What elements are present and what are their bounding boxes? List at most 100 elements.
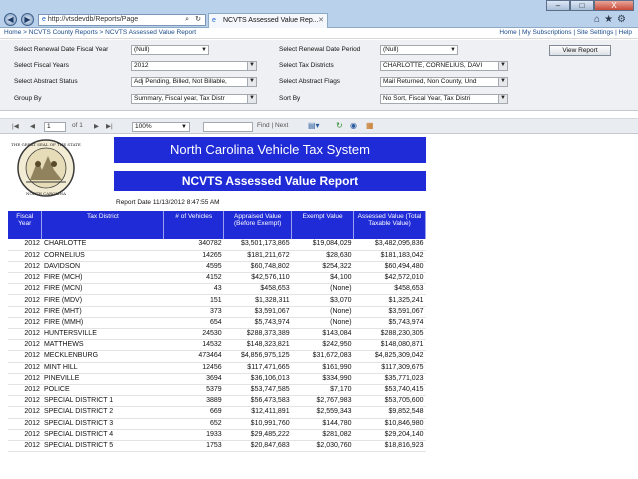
- find-input[interactable]: [203, 122, 253, 132]
- fiscal-year-cell: 2012: [8, 294, 42, 307]
- assessed-value-cell: $35,771,023: [353, 373, 426, 385]
- minimize-button[interactable]: –: [546, 0, 570, 11]
- table-row: 2012 MATTHEWS 14532 $148,323,821 $242,950 $14…: [8, 339, 426, 352]
- assessed-value-table: Fiscal Year Tax District # of Vehicles A…: [8, 211, 426, 453]
- ie-page-icon: e: [42, 16, 46, 23]
- abstract-status-select[interactable]: Adj Pending, Billed, Not Billable, ▼: [131, 77, 257, 87]
- renewal-period-select[interactable]: (Null) ▼: [380, 45, 458, 55]
- report-subtitle: NCVTS Assessed Value Report: [114, 171, 426, 191]
- appraised-value-cell: $53,747,585: [223, 384, 292, 397]
- exempt-value-cell: $2,767,983: [291, 395, 354, 408]
- close-window-button[interactable]: X: [594, 0, 634, 11]
- exempt-value-cell: $2,030,760: [291, 440, 354, 453]
- next-page-icon[interactable]: ▶: [94, 122, 99, 130]
- fiscal-years-select[interactable]: 2012 ▼: [131, 61, 257, 71]
- first-page-icon[interactable]: |◀: [12, 122, 19, 130]
- fiscal-year-cell: 2012: [8, 328, 42, 341]
- assessed-value-cell: $458,653: [353, 283, 426, 296]
- exempt-value-cell: $254,322: [291, 261, 354, 274]
- fiscal-years-value: 2012: [134, 62, 149, 69]
- appraised-value-cell: $56,473,583: [223, 395, 292, 408]
- previous-page-icon[interactable]: ◀: [30, 122, 35, 130]
- fiscal-year-cell: 2012: [8, 384, 42, 397]
- page-number-input[interactable]: 1: [44, 122, 66, 132]
- renewal-fiscal-year-select[interactable]: (Null) ▼: [131, 45, 209, 55]
- column-header: Assessed Value (Total Taxable Value): [353, 211, 426, 239]
- gear-icon[interactable]: ⚙: [617, 14, 630, 25]
- table-row: 2012 MINT HILL 12456 $117,471,665 $161,990 $1…: [8, 362, 426, 374]
- maximize-button[interactable]: □: [570, 0, 594, 11]
- table-row: 2012 FIRE (MDV) 151 $1,328,311 $3,070 $1,325,…: [8, 294, 426, 307]
- exempt-value-cell: $334,990: [291, 373, 354, 385]
- tax-districts-value: CHARLOTTE, CORNELIUS, DAVI: [383, 62, 483, 69]
- browser-tab[interactable]: e NCVTS Assessed Value Rep... ✕: [208, 13, 328, 28]
- print-icon[interactable]: ▦: [366, 121, 374, 130]
- column-header: Appraised Value (Before Exempt): [223, 211, 293, 239]
- sort-by-label: Sort By: [279, 95, 301, 102]
- assessed-value-cell: $29,204,140: [353, 429, 426, 441]
- exempt-value-cell: $281,082: [291, 429, 354, 441]
- search-icon[interactable]: ⌕: [185, 15, 189, 25]
- vehicle-count-cell: 654: [163, 317, 224, 330]
- browser-chrome: – □ X ◀ ▶ e http://vtsdevdb/Reports/Page…: [0, 0, 638, 28]
- page-count: of 1: [72, 122, 83, 129]
- exempt-value-cell: $4,100: [291, 272, 354, 285]
- exempt-value-cell: $31,672,083: [291, 350, 354, 363]
- assessed-value-cell: $148,080,871: [353, 339, 426, 352]
- table-row: 2012 SPECIAL DISTRICT 3 652 $10,991,760 $144…: [8, 418, 426, 430]
- tax-district-cell: SPECIAL DISTRICT 3: [41, 418, 164, 430]
- address-bar[interactable]: e http://vtsdevdb/Reports/Page ⌕ ↻: [38, 14, 206, 26]
- breadcrumb[interactable]: Home > NCVTS County Reports > NCVTS Asse…: [4, 29, 196, 36]
- vehicle-count-cell: 14532: [163, 339, 224, 352]
- star-icon[interactable]: ★: [604, 14, 617, 25]
- exempt-value-cell: (None): [291, 283, 354, 296]
- window-controls: – □ X: [546, 0, 634, 11]
- find-next-links[interactable]: Find | Next: [257, 122, 288, 129]
- group-by-value: Summary, Fiscal year, Tax Distr: [134, 95, 225, 102]
- vehicle-count-cell: 151: [163, 294, 224, 307]
- fiscal-year-cell: 2012: [8, 306, 42, 318]
- tax-district-cell: CORNELIUS: [41, 250, 164, 262]
- zoom-select[interactable]: 100% ▼: [132, 122, 190, 132]
- renewal-fiscal-year-label: Select Renewal Date Fiscal Year: [14, 46, 109, 53]
- appraised-value-cell: $5,743,974: [223, 317, 292, 330]
- back-arrow-icon[interactable]: ◀: [4, 13, 17, 26]
- export-icon[interactable]: ▤▾: [308, 121, 320, 130]
- fiscal-year-cell: 2012: [8, 283, 42, 296]
- breadcrumb-bar: Home > NCVTS County Reports > NCVTS Asse…: [0, 28, 638, 39]
- tax-districts-select[interactable]: CHARLOTTE, CORNELIUS, DAVI ▼: [380, 61, 508, 71]
- home-icon[interactable]: ⌂: [594, 14, 604, 25]
- group-by-select[interactable]: Summary, Fiscal year, Tax Distr ▼: [131, 94, 257, 104]
- vehicle-count-cell: 1933: [163, 429, 224, 441]
- chevron-down-icon: ▼: [247, 62, 256, 70]
- sort-by-select[interactable]: No Sort, Fiscal Year, Tax Distri ▼: [380, 94, 508, 104]
- tax-district-cell: HUNTERSVILLE: [41, 328, 164, 341]
- sort-by-value: No Sort, Fiscal Year, Tax Distri: [383, 95, 471, 102]
- abstract-flags-select[interactable]: Mail Returned, Non County, Und ▼: [380, 77, 508, 87]
- view-report-button[interactable]: View Report: [549, 45, 611, 56]
- vehicle-count-cell: 14265: [163, 250, 224, 262]
- table-row: 2012 HUNTERSVILLE 24530 $288,373,389 $143,08…: [8, 328, 426, 341]
- abstract-flags-value: Mail Returned, Non County, Und: [383, 78, 477, 85]
- assessed-value-cell: $3,591,067: [353, 306, 426, 318]
- site-links[interactable]: Home | My Subscriptions | Site Settings …: [499, 28, 632, 38]
- table-row: 2012 CORNELIUS 14265 $181,211,672 $28,630 $18…: [8, 250, 426, 262]
- forward-arrow-icon[interactable]: ▶: [21, 13, 34, 26]
- table-row: 2012 DAVIDSON 4595 $60,748,802 $254,322 $60,4…: [8, 261, 426, 274]
- assessed-value-cell: $42,572,010: [353, 272, 426, 285]
- exempt-value-cell: (None): [291, 306, 354, 318]
- vehicle-count-cell: 652: [163, 418, 224, 430]
- assessed-value-cell: $53,705,600: [353, 395, 426, 408]
- refresh-report-icon[interactable]: ↻: [336, 121, 343, 130]
- appraised-value-cell: $3,591,067: [223, 306, 292, 318]
- table-row: 2012 SPECIAL DISTRICT 2 669 $12,411,891 $2,5…: [8, 406, 426, 419]
- atom-feed-icon[interactable]: ◉: [350, 121, 357, 130]
- last-page-icon[interactable]: ▶|: [106, 122, 113, 130]
- table-row: 2012 SPECIAL DISTRICT 5 1753 $20,847,683 $2,…: [8, 440, 426, 453]
- assessed-value-cell: $60,494,480: [353, 261, 426, 274]
- table-header-row: Fiscal Year Tax District # of Vehicles A…: [8, 211, 426, 239]
- refresh-icon[interactable]: ↻: [195, 15, 201, 25]
- assessed-value-cell: $288,230,305: [353, 328, 426, 341]
- close-tab-icon[interactable]: ✕: [318, 14, 324, 27]
- renewal-fiscal-year-value: (Null): [134, 46, 150, 53]
